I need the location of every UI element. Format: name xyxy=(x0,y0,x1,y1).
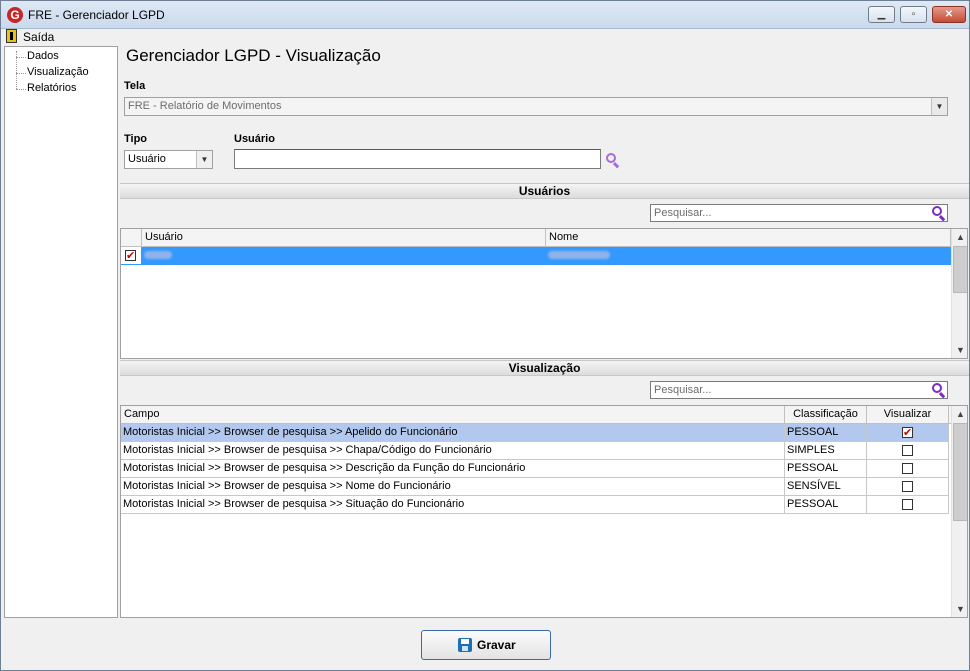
usuarios-grid: Usuário Nome ▲ ▼ xyxy=(120,228,968,359)
visualizar-cell xyxy=(867,442,949,460)
usuarios-section-header: Usuários xyxy=(120,183,969,199)
classificacao-cell: PESSOAL xyxy=(785,460,867,478)
save-button[interactable]: Gravar xyxy=(421,630,551,660)
redacted-nome xyxy=(548,251,610,260)
page-title: Gerenciador LGPD - Visualização xyxy=(126,46,381,65)
tipo-select[interactable]: Usuário ▼ xyxy=(124,150,213,169)
tree-item-relatorios[interactable]: Relatórios xyxy=(27,82,77,94)
navigation-tree: Dados Visualização Relatórios xyxy=(4,46,118,618)
column-nome[interactable]: Nome xyxy=(546,229,951,247)
table-row[interactable]: Motoristas Inicial >> Browser de pesquis… xyxy=(121,496,949,514)
search-icon[interactable] xyxy=(931,205,947,222)
save-button-label: Gravar xyxy=(477,638,516,652)
table-row[interactable]: Motoristas Inicial >> Browser de pesquis… xyxy=(121,424,949,442)
visualizacao-grid: Campo Classificação Visualizar Motorista… xyxy=(120,405,968,618)
close-button[interactable]: ✕ xyxy=(932,6,966,23)
column-classificacao[interactable]: Classificação xyxy=(785,406,867,424)
scroll-up-icon[interactable]: ▲ xyxy=(952,406,967,422)
scroll-thumb[interactable] xyxy=(953,246,967,293)
classificacao-cell: PESSOAL xyxy=(785,424,867,442)
exit-door-icon[interactable] xyxy=(6,29,17,43)
visualizar-cell xyxy=(867,496,949,514)
row-usuario-cell xyxy=(142,247,546,265)
visualizar-cell xyxy=(867,478,949,496)
campo-cell: Motoristas Inicial >> Browser de pesquis… xyxy=(121,442,785,460)
row-checkbox[interactable] xyxy=(125,248,136,264)
app-logo-icon: G xyxy=(7,7,23,23)
app-window: G FRE - Gerenciador LGPD ▁ ▫ ✕ Saída Dad… xyxy=(0,0,970,671)
table-row[interactable] xyxy=(121,247,951,265)
visualizacao-section-header: Visualização xyxy=(120,360,969,376)
visualizar-checkbox[interactable] xyxy=(902,463,913,474)
usuarios-scrollbar[interactable]: ▲ ▼ xyxy=(951,229,967,358)
menu-exit[interactable]: Saída xyxy=(23,30,54,44)
campo-cell: Motoristas Inicial >> Browser de pesquis… xyxy=(121,496,785,514)
window-title: FRE - Gerenciador LGPD xyxy=(28,8,165,22)
table-row[interactable]: Motoristas Inicial >> Browser de pesquis… xyxy=(121,460,949,478)
column-visualizar[interactable]: Visualizar xyxy=(867,406,949,424)
campo-cell: Motoristas Inicial >> Browser de pesquis… xyxy=(121,478,785,496)
tipo-select-value: Usuário xyxy=(128,153,166,165)
menu-bar: Saída xyxy=(1,29,969,45)
visualizar-checkbox[interactable] xyxy=(902,481,913,492)
column-campo[interactable]: Campo xyxy=(121,406,785,424)
visualizar-cell xyxy=(867,460,949,478)
campo-cell: Motoristas Inicial >> Browser de pesquis… xyxy=(121,424,785,442)
title-bar[interactable]: G FRE - Gerenciador LGPD ▁ ▫ ✕ xyxy=(1,1,969,29)
table-row[interactable]: Motoristas Inicial >> Browser de pesquis… xyxy=(121,478,949,496)
visualizar-checkbox[interactable] xyxy=(902,425,913,441)
tela-label: Tela xyxy=(124,80,146,92)
scroll-thumb[interactable] xyxy=(953,423,967,521)
header-checkbox-cell xyxy=(121,229,142,247)
visualizar-cell xyxy=(867,424,949,442)
search-icon[interactable] xyxy=(605,152,621,169)
visualizacao-grid-header: Campo Classificação Visualizar xyxy=(121,406,951,424)
campo-cell: Motoristas Inicial >> Browser de pesquis… xyxy=(121,460,785,478)
chevron-down-icon[interactable]: ▼ xyxy=(931,98,947,115)
redacted-usuario xyxy=(144,251,172,260)
tree-item-dados[interactable]: Dados xyxy=(27,50,59,62)
column-usuario[interactable]: Usuário xyxy=(142,229,546,247)
chevron-down-icon[interactable]: ▼ xyxy=(196,151,212,168)
classificacao-cell: SIMPLES xyxy=(785,442,867,460)
tipo-label: Tipo xyxy=(124,133,148,145)
usuario-label: Usuário xyxy=(234,133,275,145)
table-row[interactable]: Motoristas Inicial >> Browser de pesquis… xyxy=(121,442,949,460)
usuarios-search-input[interactable]: Pesquisar... xyxy=(650,204,948,222)
floppy-disk-icon xyxy=(458,638,472,652)
scroll-down-icon[interactable]: ▼ xyxy=(952,342,967,358)
tree-connector xyxy=(16,57,26,58)
classificacao-cell: SENSÍVEL xyxy=(785,478,867,496)
maximize-button[interactable]: ▫ xyxy=(900,6,927,23)
classificacao-cell: PESSOAL xyxy=(785,496,867,514)
tree-connector xyxy=(16,89,26,90)
search-icon[interactable] xyxy=(931,382,947,399)
visualizacao-scrollbar[interactable]: ▲ ▼ xyxy=(951,406,967,617)
tela-select-value: FRE - Relatório de Movimentos xyxy=(128,100,282,112)
usuario-input[interactable] xyxy=(234,149,601,169)
tree-connector xyxy=(16,73,26,74)
row-nome-cell xyxy=(546,247,951,265)
tela-select[interactable]: FRE - Relatório de Movimentos ▼ xyxy=(124,97,948,116)
visualizar-checkbox[interactable] xyxy=(902,499,913,510)
scroll-up-icon[interactable]: ▲ xyxy=(952,229,967,245)
usuarios-grid-header: Usuário Nome xyxy=(121,229,951,247)
scroll-down-icon[interactable]: ▼ xyxy=(952,601,967,617)
tree-item-visualizacao[interactable]: Visualização xyxy=(27,66,89,78)
minimize-button[interactable]: ▁ xyxy=(868,6,895,23)
visualizar-checkbox[interactable] xyxy=(902,445,913,456)
visualizacao-search-input[interactable]: Pesquisar... xyxy=(650,381,948,399)
row-checkbox-cell xyxy=(121,247,142,265)
